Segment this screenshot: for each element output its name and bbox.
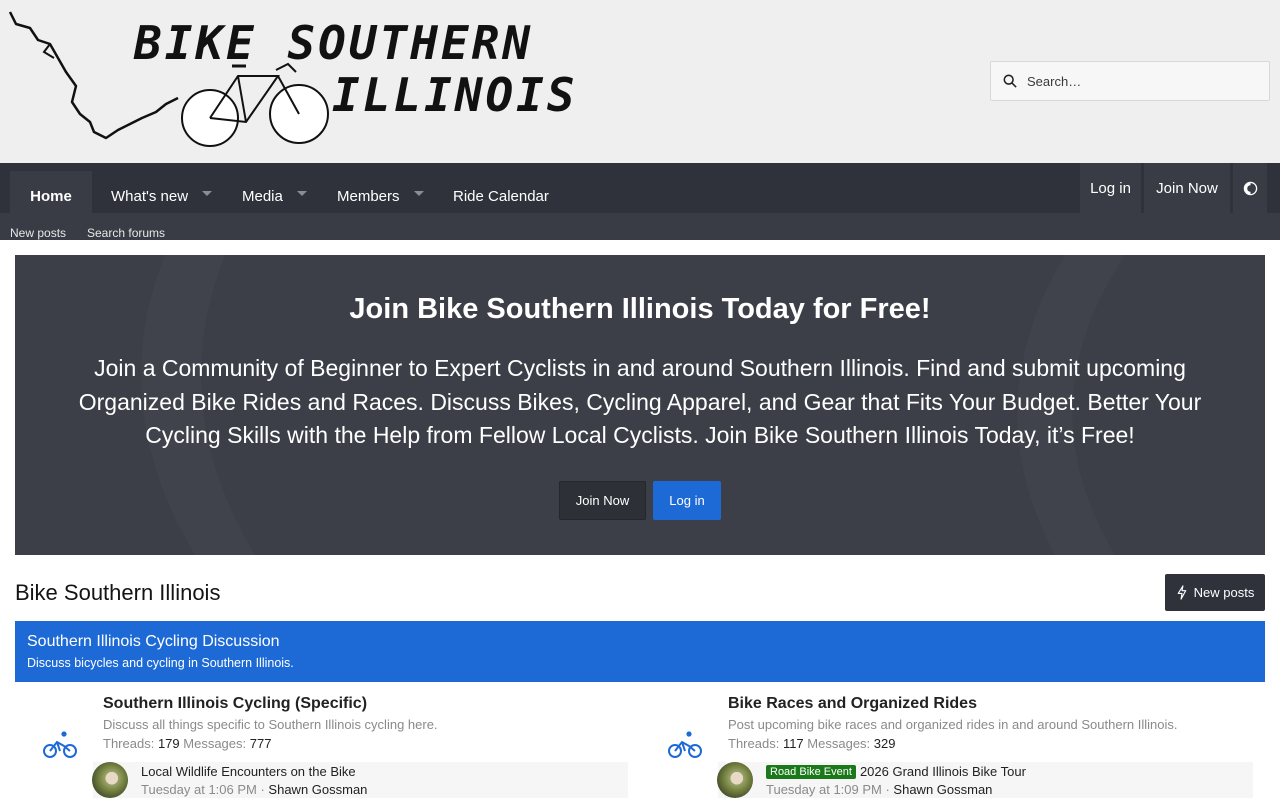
messages-count: 777 <box>249 736 272 751</box>
forum-title[interactable]: Bike Races and Organized Rides <box>728 695 977 713</box>
notice-join-button[interactable]: Join Now <box>559 481 646 520</box>
chevron-down-icon[interactable] <box>413 191 424 196</box>
search-icon <box>1003 74 1017 88</box>
nav-members-label: Members <box>337 188 400 205</box>
logo-text-line2: ILLINOIS <box>332 68 578 122</box>
bolt-icon <box>1177 585 1186 600</box>
chevron-down-icon[interactable] <box>296 191 307 196</box>
bicycle-icon <box>668 731 702 758</box>
contrast-icon <box>1243 181 1257 195</box>
nav-media-label: Media <box>242 188 283 205</box>
site-header: BIKE SOUTHERN ILLINOIS <box>0 0 1280 163</box>
logo-text-line1: BIKE SOUTHERN <box>134 16 534 70</box>
threads-label: Threads: <box>728 736 780 751</box>
forum-description: Post upcoming bike races and organized r… <box>728 717 1178 732</box>
messages-count: 329 <box>873 736 896 751</box>
latest-post-meta: Tuesday at 1:09 PM · Shawn Gossman <box>766 782 993 797</box>
category-description: Discuss bicycles and cycling in Southern… <box>27 656 294 670</box>
notice-login-button[interactable]: Log in <box>653 481 721 520</box>
nav-ride-calendar[interactable]: Ride Calendar <box>453 163 549 213</box>
latest-post: Road Bike Event 2026 Grand Illinois Bike … <box>717 762 1253 798</box>
latest-post-title[interactable]: Road Bike Event 2026 Grand Illinois Bike … <box>766 764 1026 779</box>
sub-nav-search-forums[interactable]: Search forums <box>87 226 165 240</box>
new-posts-label: New posts <box>1193 585 1255 600</box>
threads-count: 179 <box>157 736 180 751</box>
style-toggle[interactable] <box>1233 163 1267 213</box>
forum-stats: Threads: 117 Messages: 329 <box>728 736 896 751</box>
threads-label: Threads: <box>103 736 155 751</box>
latest-post-user[interactable]: Shawn Gossman <box>268 782 367 797</box>
avatar[interactable] <box>717 762 753 798</box>
messages-label: Messages: <box>183 736 247 751</box>
latest-post: Local Wildlife Encounters on the Bike Tu… <box>92 762 628 798</box>
threads-count: 117 <box>782 736 804 751</box>
main-nav: Home What's new Media Members Ride Calen… <box>0 163 1280 213</box>
avatar[interactable] <box>92 762 128 798</box>
sub-nav: New posts Search forums <box>0 213 1280 240</box>
search-input[interactable] <box>1027 73 1247 89</box>
latest-post-time[interactable]: Tuesday at 1:06 PM <box>141 782 257 797</box>
forum-stats: Threads: 179 Messages: 777 <box>103 736 271 751</box>
new-posts-button[interactable]: New posts <box>1165 574 1265 611</box>
latest-post-title[interactable]: Local Wildlife Encounters on the Bike <box>141 764 356 779</box>
sub-nav-new-posts[interactable]: New posts <box>10 226 66 240</box>
category-title[interactable]: Southern Illinois Cycling Discussion <box>27 633 280 651</box>
category-header: Southern Illinois Cycling Discussion Dis… <box>15 621 1265 682</box>
forum-title[interactable]: Southern Illinois Cycling (Specific) <box>103 695 367 713</box>
latest-post-meta: Tuesday at 1:06 PM · Shawn Gossman <box>141 782 368 797</box>
nav-members[interactable]: Members <box>337 163 424 213</box>
latest-post-time[interactable]: Tuesday at 1:09 PM <box>766 782 882 797</box>
join-link[interactable]: Join Now <box>1144 163 1230 213</box>
latest-post-title-text: 2026 Grand Illinois Bike Tour <box>859 764 1026 779</box>
site-logo[interactable]: BIKE SOUTHERN ILLINOIS <box>6 6 575 154</box>
nav-home[interactable]: Home <box>10 171 92 213</box>
search-box[interactable] <box>990 61 1270 101</box>
page-title: Bike Southern Illinois <box>15 580 221 605</box>
notice-body: Join a Community of Beginner to Expert C… <box>78 355 1202 448</box>
forum-node: Southern Illinois Cycling (Specific) Dis… <box>15 682 640 800</box>
forum-description: Discuss all things specific to Southern … <box>103 717 438 732</box>
nav-media[interactable]: Media <box>242 163 307 213</box>
notice-title: Join Bike Southern Illinois Today for Fr… <box>349 293 931 325</box>
nav-whats-new-label: What's new <box>111 188 189 205</box>
login-link[interactable]: Log in <box>1080 163 1141 213</box>
nav-whats-new[interactable]: What's new <box>111 163 213 213</box>
latest-post-user[interactable]: Shawn Gossman <box>893 782 992 797</box>
join-notice: Join Bike Southern Illinois Today for Fr… <box>15 255 1265 555</box>
forum-node: Bike Races and Organized Rides Post upco… <box>640 682 1265 800</box>
thread-prefix-badge[interactable]: Road Bike Event <box>766 765 856 779</box>
messages-label: Messages: <box>807 736 871 751</box>
chevron-down-icon[interactable] <box>202 191 213 196</box>
bicycle-icon <box>43 731 77 758</box>
